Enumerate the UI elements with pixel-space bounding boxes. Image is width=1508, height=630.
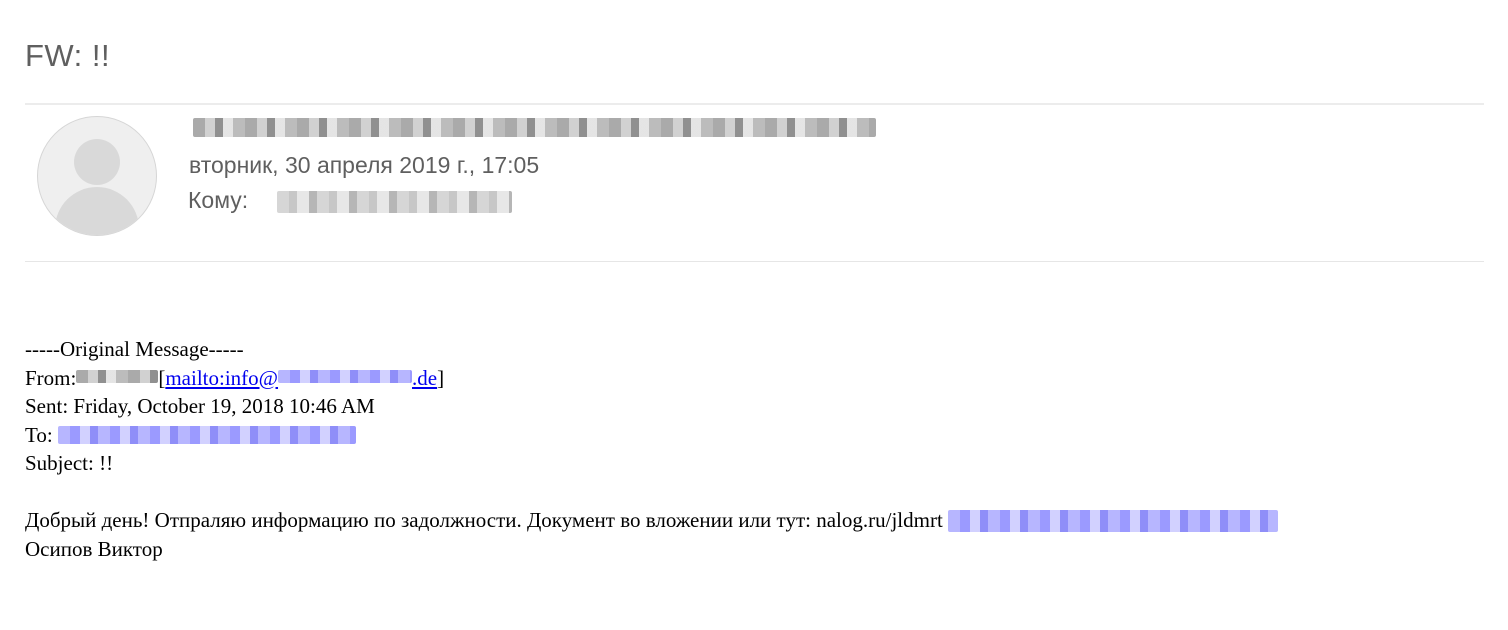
sender-avatar xyxy=(37,116,157,236)
original-message-separator: -----Original Message----- xyxy=(25,337,244,361)
forwarded-from-label: From: xyxy=(25,365,77,390)
forwarded-subject-line: Subject: !! xyxy=(25,451,114,475)
recipient-redacted[interactable] xyxy=(277,191,512,213)
mailto-suffix: .de xyxy=(412,365,438,390)
email-body: -----Original Message----- From: [mailto:… xyxy=(25,335,1279,563)
forwarded-from-line: From: [mailto:info@ .de] xyxy=(25,364,1278,393)
header-divider-bottom xyxy=(25,261,1484,262)
message-body-line: Добрый день! Отпраляю информацию по задо… xyxy=(25,506,1279,535)
recipient-label: Кому: xyxy=(188,187,249,213)
mailto-domain-redacted xyxy=(278,370,413,384)
header-divider-top xyxy=(25,103,1484,105)
forwarded-to-label: To: xyxy=(25,422,53,447)
message-signature: Осипов Виктор xyxy=(25,536,163,561)
forwarded-from-name-redacted xyxy=(76,370,159,384)
mailto-prefix: mailto:info@ xyxy=(165,365,279,390)
message-link-redacted[interactable] xyxy=(948,510,1279,533)
message-body-text: Добрый день! Отпраляю информацию по задо… xyxy=(25,508,943,532)
sender-name-redacted[interactable] xyxy=(193,118,876,137)
email-subject: FW: !! xyxy=(25,38,111,73)
forwarded-to-line: To: xyxy=(25,421,1278,450)
forwarded-from-mailto-link[interactable]: mailto:info@ .de xyxy=(165,366,437,390)
email-date: вторник, 30 апреля 2019 г., 17:05 xyxy=(189,152,540,178)
forwarded-to-address-redacted[interactable] xyxy=(57,425,356,444)
bracket-close: ] xyxy=(437,365,445,390)
forwarded-sent-line: Sent: Friday, October 19, 2018 10:46 AM xyxy=(25,394,375,418)
